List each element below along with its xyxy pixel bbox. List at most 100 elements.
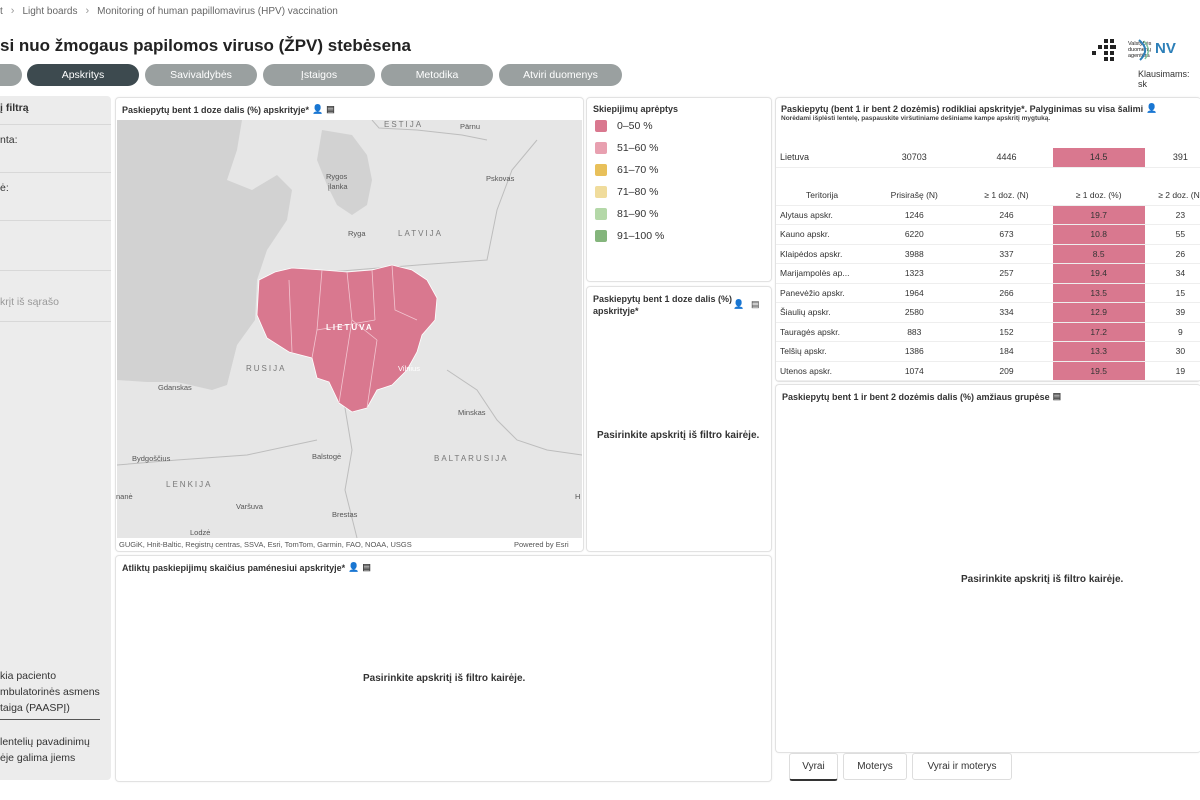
tab-vyrai[interactable]: Vyrai [789, 753, 838, 781]
county-table: Teritorija Prisirašę (N) ≥ 1 doz. (N) ≥ … [776, 186, 1200, 381]
people-icon: 👤 [348, 562, 360, 572]
map-label: Varšuva [236, 502, 263, 511]
dose1-pct: 8.5 [1052, 244, 1145, 264]
select-county-placeholder: Pasirinkite apskritį iš filtro kairėje. [597, 430, 760, 441]
county-name: Telšių apskr. [776, 341, 869, 362]
dose2: 9 [1144, 322, 1200, 342]
table-row[interactable]: Telšių apskr. 1386 184 13.3 30 [776, 341, 1200, 362]
county-share-panel-title: Paskiepytų bent 1 doze dalis (%) apskrit… [593, 294, 733, 316]
national-name: Lietuva [776, 148, 869, 168]
dose1: 209 [960, 361, 1053, 381]
county-name: Kauno apskr. [776, 224, 869, 245]
table-row[interactable]: Šiaulių apskr. 2580 334 12.9 39 [776, 302, 1200, 323]
legend-swatch [595, 230, 607, 242]
national-summary-table: Lietuva 30703 4446 14.5 391 [776, 148, 1200, 168]
table-row[interactable]: Tauragės apskr. 883 152 17.2 9 [776, 322, 1200, 342]
column-header[interactable]: Teritorija [776, 186, 869, 206]
enrolled: 2580 [868, 302, 961, 323]
map-icon[interactable]: ▤ [1053, 391, 1062, 402]
legend-item: 81–90 % [595, 208, 658, 220]
table-row[interactable]: Kauno apskr. 6220 673 10.8 55 [776, 224, 1200, 245]
enrolled: 1246 [868, 205, 961, 225]
map-icon[interactable]: ▤ [326, 104, 335, 115]
legend-panel: Skiepijimų aprėptys 0–50 % 51–60 % 61–70… [586, 97, 772, 282]
comparison-table-subtitle: Norėdami išplėsti lentelę, paspauskite v… [781, 115, 1051, 122]
dose1-pct: 19.5 [1052, 361, 1145, 381]
map-panel-title: Paskiepytų bent 1 doze dalis (%) apskrit… [122, 104, 335, 115]
national-dose1: 4446 [960, 148, 1053, 168]
breadcrumb-item-home[interactable]: t [0, 6, 3, 17]
column-header[interactable]: ≥ 1 doz. (N) [960, 186, 1053, 206]
column-header[interactable]: Prisirašę (N) [868, 186, 961, 206]
map-label: BALTARUSIJA [434, 454, 509, 463]
county-name: Panevėžio apskr. [776, 283, 869, 303]
map-label: Pskovas [486, 174, 515, 183]
dose1-pct: 19.7 [1052, 205, 1145, 225]
tab-vyrai-ir-moterys[interactable]: Vyrai ir moterys [912, 753, 1012, 780]
table-row[interactable]: Alytaus apskr. 1246 246 19.7 23 [776, 205, 1200, 225]
dose2: 34 [1144, 263, 1200, 284]
filter-sidebar: į filtrą nta: ė: krįt iš sąrašo kia paci… [0, 96, 111, 780]
county-select[interactable]: krįt iš sąrašo [0, 296, 111, 314]
map-label: Pärnu [460, 122, 481, 131]
map-icon[interactable]: ▤ [362, 562, 371, 573]
table-row[interactable]: Panevėžio apskr. 1964 266 13.5 15 [776, 283, 1200, 303]
map-label: H [575, 492, 581, 501]
tab-apskritys[interactable]: Apskritys [27, 64, 139, 86]
county-name: Klaipėdos apskr. [776, 244, 869, 264]
footnote-tables: lentelių pavadinimų ėje galima jiems [0, 736, 90, 764]
column-header[interactable]: ≥ 1 doz. (%) [1052, 186, 1145, 206]
dose2: 30 [1144, 341, 1200, 362]
page-title: si nuo žmogaus papilomos viruso (ŽPV) st… [0, 36, 411, 55]
dose2: 55 [1144, 224, 1200, 245]
county-name: Utenos apskr. [776, 361, 869, 381]
county-name: Tauragės apskr. [776, 322, 869, 342]
comparison-table-panel: Paskiepytų (bent 1 ir bent 2 dozėmis) ro… [775, 97, 1200, 382]
legend-swatch [595, 142, 607, 154]
county-name: Šiaulių apskr. [776, 302, 869, 323]
map-icon[interactable]: ▤ [751, 299, 760, 310]
select-county-placeholder: Pasirinkite apskritį iš filtro kairėje. [961, 574, 1124, 585]
dose1: 266 [960, 283, 1053, 303]
column-header[interactable]: ≥ 2 doz. (N) [1144, 186, 1200, 206]
people-icon: 👤 [312, 104, 324, 114]
tab-moterys[interactable]: Moterys [843, 753, 907, 780]
divider [0, 220, 111, 221]
tab-metodika[interactable]: Metodika [381, 64, 493, 86]
tab-overview[interactable] [0, 64, 22, 86]
table-row[interactable]: Klaipėdos apskr. 3988 337 8.5 26 [776, 244, 1200, 264]
map-label: Ryga [348, 229, 366, 238]
age-groups-panel: Paskiepytų bent 1 ir bent 2 dozėmis dali… [775, 384, 1200, 753]
map-powered-by[interactable]: Powered by Esri [514, 540, 569, 549]
tab-atviri-duomenys[interactable]: Atviri duomenys [499, 64, 622, 86]
dose1: 334 [960, 302, 1053, 323]
table-row[interactable]: Utenos apskr. 1074 209 19.5 19 [776, 361, 1200, 381]
map-label: RUSIJA [246, 364, 287, 373]
divider [0, 719, 100, 720]
table-row[interactable]: Marijampolės ap... 1323 257 19.4 34 [776, 263, 1200, 284]
national-row: Lietuva 30703 4446 14.5 391 [776, 148, 1200, 168]
map-label: Bydgoščius [132, 454, 171, 463]
enrolled: 1323 [868, 263, 961, 284]
tab-istaigos[interactable]: Įstaigos [263, 64, 375, 86]
legend-item: 61–70 % [595, 164, 658, 176]
map-label: Rygos [326, 172, 348, 181]
map-label: Lodzė [190, 528, 211, 537]
dose1: 337 [960, 244, 1053, 264]
breadcrumb-item-light-boards[interactable]: Light boards [22, 6, 77, 17]
legend-swatch [595, 208, 607, 220]
people-icon: 👤 [1146, 103, 1158, 113]
national-dose1-pct: 14.5 [1052, 148, 1145, 168]
legend-swatch [595, 186, 607, 198]
breadcrumb: t › Light boards › Monitoring of human p… [0, 2, 338, 20]
enrolled: 1386 [868, 341, 961, 362]
map-panel: Paskiepytų bent 1 doze dalis (%) apskrit… [115, 97, 584, 552]
legend-title: Skiepijimų aprėptys [593, 104, 679, 114]
monthly-vaccinations-panel: Atliktų paskiepijimų skaičius paménesiui… [115, 555, 772, 782]
monthly-vaccinations-title: Atliktų paskiepijimų skaičius paménesiui… [122, 562, 371, 573]
legend-swatch [595, 120, 607, 132]
dose2: 26 [1144, 244, 1200, 264]
tab-savivaldybes[interactable]: Savivaldybės [145, 64, 257, 86]
enrolled: 1964 [868, 283, 961, 303]
age-groups-title: Paskiepytų bent 1 ir bent 2 dozėmis dali… [782, 391, 1062, 402]
